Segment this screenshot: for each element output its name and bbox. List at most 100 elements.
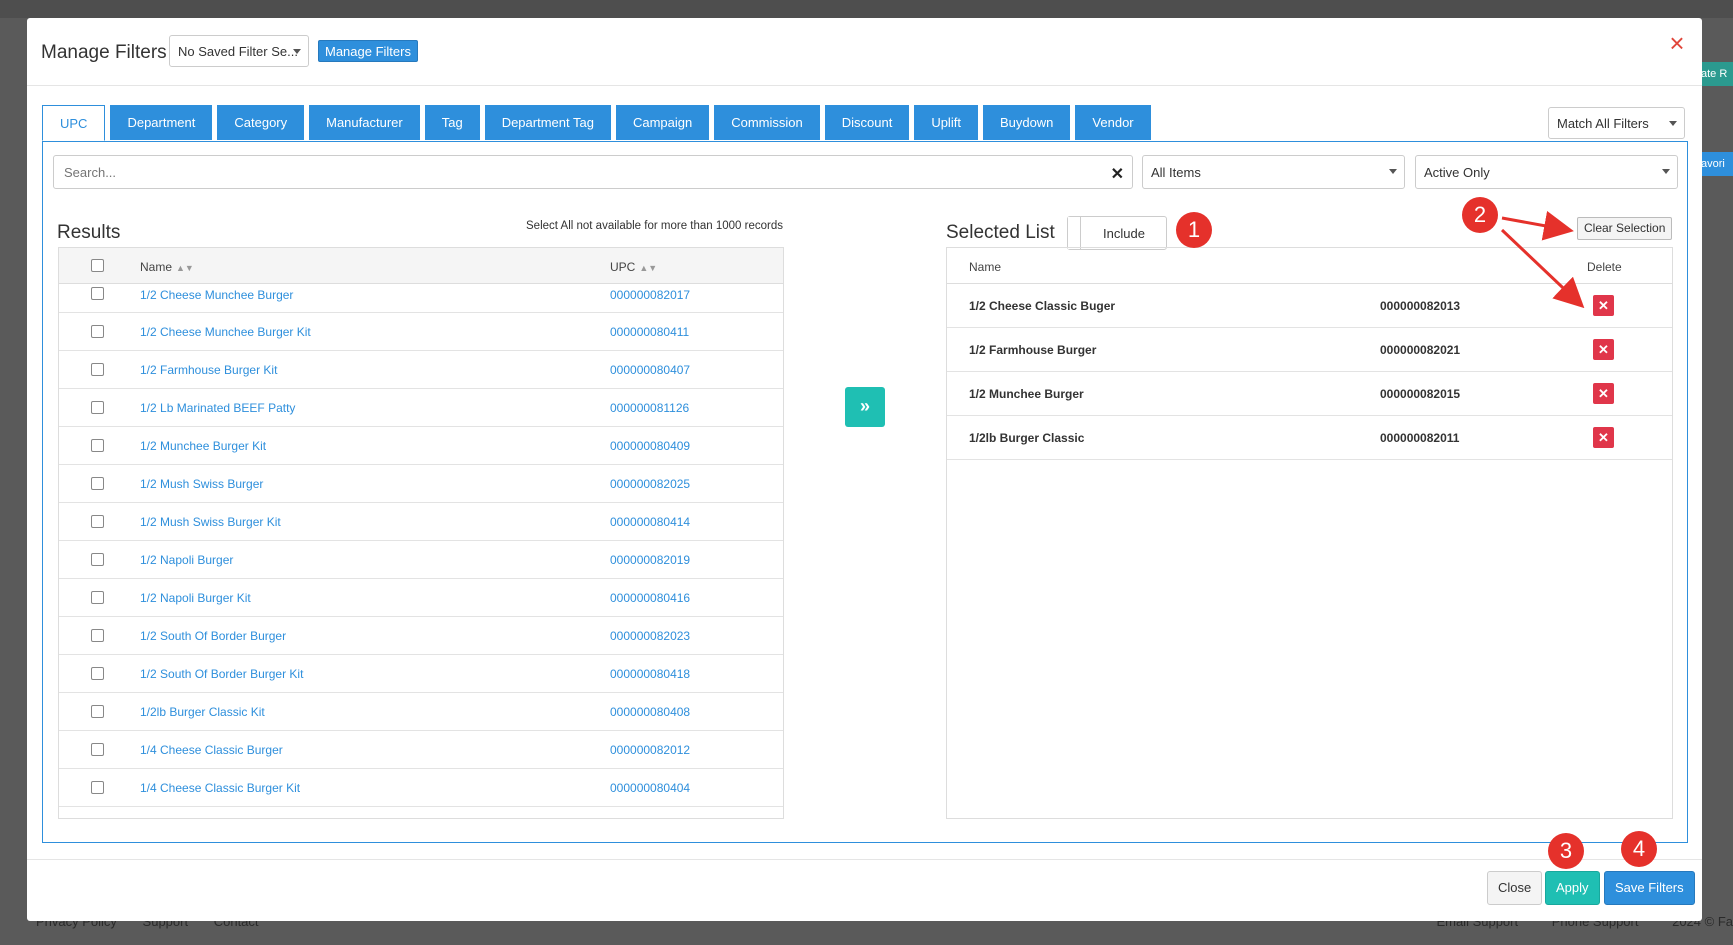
- delete-icon[interactable]: ✕: [1593, 295, 1614, 316]
- background-right-tab-label: ate R: [1701, 68, 1728, 80]
- item-upc-link[interactable]: 000000082017: [610, 288, 690, 302]
- tab-discount[interactable]: Discount: [824, 105, 910, 140]
- item-name-link[interactable]: 1/2 Mush Swiss Burger Kit: [140, 515, 281, 529]
- item-name-link[interactable]: 1/2lb Burger Classic Kit: [140, 705, 265, 719]
- item-name-link[interactable]: 1/2 Cheese Munchee Burger Kit: [140, 325, 311, 339]
- match-filters-select[interactable]: Match All Filters: [1548, 107, 1685, 139]
- row-checkbox[interactable]: [91, 477, 104, 490]
- table-row: 1/2lb Burger Classic Kit 000000080408: [59, 693, 783, 731]
- item-upc-link[interactable]: 000000080409: [610, 439, 690, 453]
- saved-filter-select[interactable]: No Saved Filter Se...: [169, 35, 309, 67]
- table-row: 1/2 Farmhouse Burger 000000082021 ✕: [947, 328, 1672, 372]
- row-checkbox[interactable]: [91, 515, 104, 528]
- name-column-header[interactable]: Name ▲▼: [140, 260, 194, 274]
- search-box: ✕: [53, 155, 1133, 189]
- tab-vendor[interactable]: Vendor: [1075, 105, 1151, 140]
- row-checkbox[interactable]: [91, 287, 104, 300]
- toggle-knob: [1068, 217, 1081, 249]
- row-checkbox[interactable]: [91, 401, 104, 414]
- move-to-selected-button[interactable]: »: [845, 387, 885, 427]
- close-icon[interactable]: ×: [1666, 30, 1688, 56]
- modal-footer-divider: [27, 859, 1702, 860]
- selected-name-column-header: Name: [969, 260, 1002, 274]
- selected-table-header: Name Delete: [947, 248, 1672, 284]
- selected-list-title: Selected List: [946, 222, 1055, 243]
- item-upc-link[interactable]: 000000080408: [610, 705, 690, 719]
- row-checkbox[interactable]: [91, 325, 104, 338]
- row-checkbox[interactable]: [91, 553, 104, 566]
- include-exclude-toggle[interactable]: Include: [1067, 216, 1167, 250]
- item-upc-link[interactable]: 000000080411: [610, 325, 689, 339]
- item-upc-link[interactable]: 000000081126: [610, 401, 689, 415]
- tab-commission[interactable]: Commission: [714, 105, 820, 140]
- item-upc-link[interactable]: 000000080416: [610, 591, 690, 605]
- table-row: 1/2 Munchee Burger 000000082015 ✕: [947, 372, 1672, 416]
- row-checkbox[interactable]: [91, 629, 104, 642]
- annotation-badge-2: 2: [1462, 197, 1498, 233]
- selected-item-name: 1/2lb Burger Classic: [969, 431, 1085, 445]
- item-upc-link[interactable]: 000000082012: [610, 743, 690, 757]
- table-row: 1/2 Mush Swiss Burger 000000082025: [59, 465, 783, 503]
- tab-department[interactable]: Department: [110, 105, 213, 140]
- caret-down-icon: [293, 49, 301, 54]
- close-button[interactable]: Close: [1487, 871, 1543, 905]
- caret-down-icon: [1669, 121, 1677, 126]
- row-checkbox[interactable]: [91, 705, 104, 718]
- item-name-link[interactable]: 1/2 Farmhouse Burger Kit: [140, 363, 277, 377]
- row-checkbox[interactable]: [91, 667, 104, 680]
- status-filter-select[interactable]: Active Only: [1415, 155, 1678, 189]
- table-row: 1/2 Napoli Burger Kit 000000080416: [59, 579, 783, 617]
- select-all-checkbox[interactable]: [91, 259, 104, 272]
- item-name-link[interactable]: 1/2 Napoli Burger: [140, 553, 233, 567]
- saved-filter-select-value: No Saved Filter Se...: [178, 44, 298, 59]
- tab-campaign[interactable]: Campaign: [615, 105, 710, 140]
- item-name-link[interactable]: 1/2 South Of Border Burger Kit: [140, 667, 303, 681]
- items-filter-select[interactable]: All Items: [1142, 155, 1405, 189]
- selected-item-name: 1/2 Farmhouse Burger: [969, 343, 1097, 357]
- delete-icon[interactable]: ✕: [1593, 427, 1614, 448]
- manage-filters-button[interactable]: Manage Filters: [318, 40, 418, 62]
- tab-tag[interactable]: Tag: [424, 105, 480, 140]
- tab-category[interactable]: Category: [217, 105, 305, 140]
- tab-upc[interactable]: UPC: [42, 105, 106, 141]
- clear-selection-button[interactable]: Clear Selection: [1577, 217, 1673, 240]
- double-chevron-right-icon: »: [859, 396, 870, 416]
- table-row: 1/4 Cheese Classic Burger 000000082012: [59, 731, 783, 769]
- item-name-link[interactable]: 1/2 Napoli Burger Kit: [140, 591, 251, 605]
- item-upc-link[interactable]: 000000080414: [610, 515, 690, 529]
- save-filters-button[interactable]: Save Filters: [1604, 871, 1695, 905]
- table-row: 1/4 Cheese Classic Burger Kit 00000008040…: [59, 769, 783, 807]
- item-upc-link[interactable]: 000000082019: [610, 553, 690, 567]
- search-input[interactable]: [54, 156, 1132, 188]
- item-name-link[interactable]: 1/4 Cheese Classic Burger: [140, 743, 283, 757]
- item-name-link[interactable]: 1/2 South Of Border Burger: [140, 629, 286, 643]
- delete-icon[interactable]: ✕: [1593, 339, 1614, 360]
- tab-buydown[interactable]: Buydown: [982, 105, 1071, 140]
- item-upc-link[interactable]: 000000080407: [610, 363, 690, 377]
- item-name-link[interactable]: 1/2 Munchee Burger Kit: [140, 439, 266, 453]
- item-upc-link[interactable]: 000000082025: [610, 477, 690, 491]
- row-checkbox[interactable]: [91, 363, 104, 376]
- row-checkbox[interactable]: [91, 591, 104, 604]
- apply-button[interactable]: Apply: [1545, 871, 1600, 905]
- clear-search-icon[interactable]: ✕: [1111, 164, 1124, 184]
- item-upc-link[interactable]: 000000080418: [610, 667, 690, 681]
- modal-title: Manage Filters: [41, 42, 167, 63]
- row-checkbox[interactable]: [91, 743, 104, 756]
- upc-column-header[interactable]: UPC ▲▼: [610, 260, 657, 274]
- row-checkbox[interactable]: [91, 781, 104, 794]
- item-name-link[interactable]: 1/2 Lb Marinated BEEF Patty: [140, 401, 295, 415]
- item-name-link[interactable]: 1/4 Cheese Classic Burger Kit: [140, 781, 300, 795]
- tab-uplift[interactable]: Uplift: [914, 105, 978, 140]
- tab-department-tag[interactable]: Department Tag: [484, 105, 611, 140]
- item-name-link[interactable]: 1/2 Mush Swiss Burger: [140, 477, 263, 491]
- delete-icon[interactable]: ✕: [1593, 383, 1614, 404]
- item-upc-link[interactable]: 000000082023: [610, 629, 690, 643]
- item-name-link[interactable]: 1/2 Cheese Munchee Burger: [140, 288, 293, 302]
- table-row: 1/2lb Burger Classic 000000082011 ✕: [947, 416, 1672, 460]
- tab-manufacturer[interactable]: Manufacturer: [309, 105, 420, 140]
- row-checkbox[interactable]: [91, 439, 104, 452]
- item-upc-link[interactable]: 000000080404: [610, 781, 690, 795]
- name-column-label: Name: [140, 260, 173, 274]
- caret-down-icon: [1662, 169, 1670, 174]
